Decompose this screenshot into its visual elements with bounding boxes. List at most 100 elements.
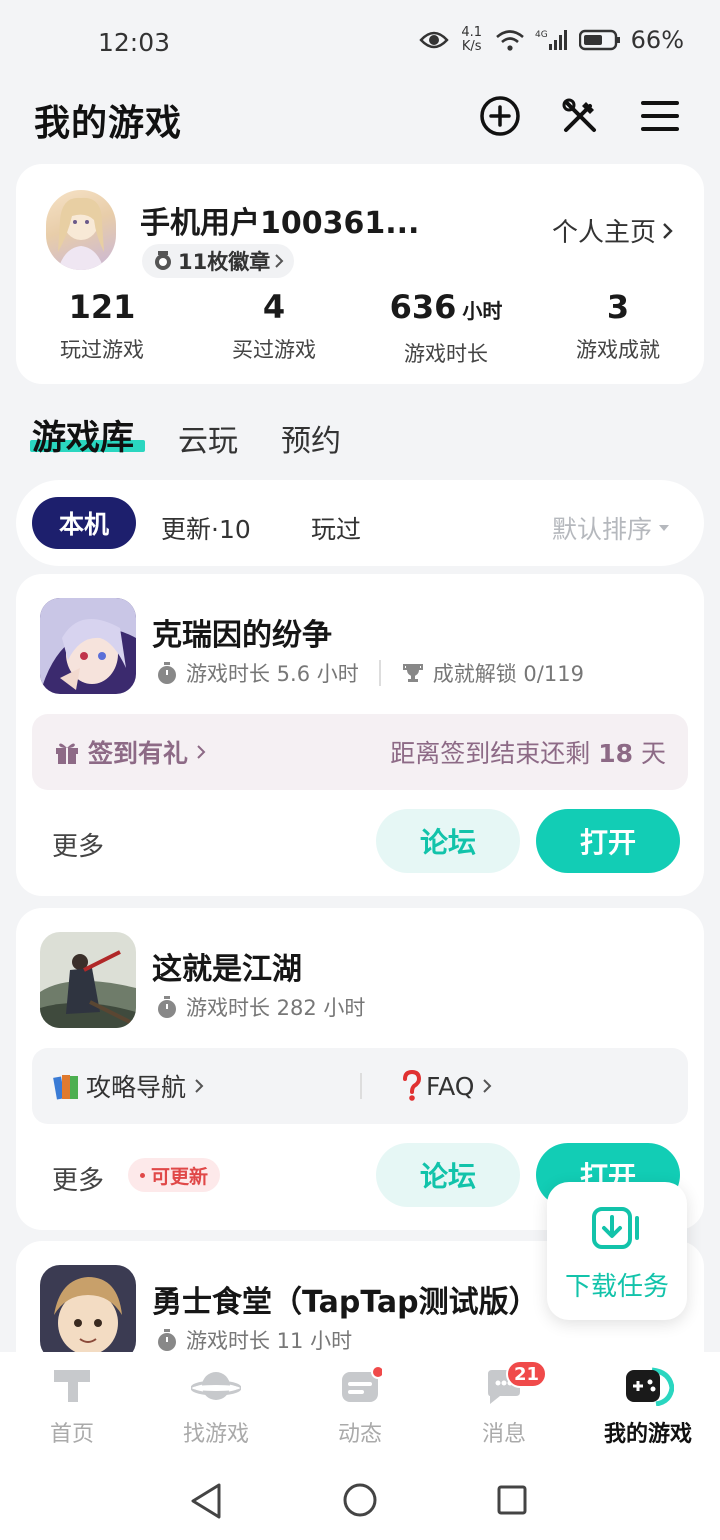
feed-icon <box>342 1365 385 1402</box>
stat-label: 游戏成就 <box>576 338 660 362</box>
gift-icon <box>56 743 78 764</box>
nav-label: 动态 <box>337 1422 382 1447</box>
avatar[interactable] <box>46 190 116 270</box>
download-icon <box>592 1207 639 1249</box>
tab-cloud[interactable]: 云玩 <box>178 416 238 460</box>
tab-library[interactable]: 游戏库 <box>32 410 134 459</box>
stat-bought[interactable]: 4 买过游戏 <box>188 286 360 364</box>
chevron-right-icon <box>275 254 284 268</box>
status-icons: 4.1 K/s 4G 66% <box>419 26 684 54</box>
eye-icon <box>419 31 449 49</box>
stat-value: 3 <box>606 288 630 326</box>
stat-achievements[interactable]: 3 游戏成就 <box>532 286 704 364</box>
homepage-label: 个人主页 <box>551 218 656 248</box>
battery-level: 66% <box>630 26 684 54</box>
game-icon[interactable] <box>40 932 136 1028</box>
recents-icon[interactable] <box>496 1484 528 1516</box>
nav-label: 消息 <box>481 1422 526 1447</box>
system-nav-bar <box>0 1462 720 1540</box>
back-icon[interactable] <box>189 1482 223 1520</box>
signin-banner[interactable]: 签到有礼 距离签到结束还剩 18 天 <box>32 714 688 790</box>
svg-text:4G: 4G <box>535 30 548 40</box>
stat-value: 636 小时 <box>389 288 503 326</box>
game-title[interactable]: 这就是江湖 <box>152 944 302 988</box>
wifi-icon <box>495 30 524 51</box>
game-icon[interactable] <box>40 598 136 694</box>
home-circle-icon[interactable] <box>342 1482 378 1518</box>
update-badge[interactable]: 可更新 <box>128 1158 221 1192</box>
forum-button[interactable]: 论坛 <box>376 1143 520 1207</box>
stat-label: 游戏时长 <box>404 342 488 366</box>
homepage-link[interactable]: 个人主页 <box>552 212 674 249</box>
sort-label: 默认排序 <box>551 515 652 544</box>
nav-label: 首页 <box>49 1422 94 1447</box>
nav-messages[interactable]: 消息 21 <box>432 1360 576 1448</box>
faq-link[interactable]: FAQ <box>362 1048 492 1124</box>
plus-circle-icon <box>480 96 520 136</box>
forum-button[interactable]: 论坛 <box>376 809 520 873</box>
gamepad-icon <box>626 1367 675 1407</box>
message-count-badge: 21 <box>506 1360 548 1388</box>
playtime: 游戏时长 11 小时 <box>186 1329 353 1353</box>
badge-count[interactable]: 11枚徽章 <box>142 244 295 278</box>
filter-local[interactable]: 本机 <box>32 497 136 549</box>
chevron-right-icon <box>483 1079 492 1093</box>
open-button[interactable]: 打开 <box>536 809 680 873</box>
username[interactable]: 手机用户100361... <box>140 198 419 242</box>
timer-icon <box>158 996 176 1018</box>
question-icon <box>403 1070 422 1101</box>
more-button[interactable]: 更多 <box>52 826 104 863</box>
more-button[interactable]: 更多 <box>52 1160 104 1197</box>
nav-discover[interactable]: 找游戏 <box>144 1366 288 1448</box>
signin-label: 签到有礼 <box>88 739 189 768</box>
download-tasks-button[interactable]: 下载任务 <box>547 1182 687 1320</box>
net-speed: 4.1 K/s <box>461 25 482 54</box>
nav-feed[interactable]: 动态 <box>288 1365 432 1448</box>
signin-countdown: 距离签到结束还剩 18 天 <box>390 739 666 768</box>
page-title: 我的游戏 <box>34 103 183 144</box>
nav-my-games[interactable]: 我的游戏 <box>576 1366 720 1448</box>
game-meta: 游戏时长 11 小时 <box>156 1325 352 1355</box>
menu-icon <box>641 101 679 131</box>
home-icon <box>54 1370 90 1402</box>
guide-link[interactable]: 攻略导航 <box>32 1048 360 1124</box>
filter-update[interactable]: 更新·10 <box>161 510 251 546</box>
achievement-progress: 成就解锁 0/119 <box>432 662 584 686</box>
planet-icon <box>190 1372 242 1400</box>
stat-value: 4 <box>262 288 286 326</box>
tools-button[interactable] <box>558 94 602 138</box>
timer-icon <box>158 662 176 684</box>
stat-label: 买过游戏 <box>232 338 316 362</box>
nav-home[interactable]: 首页 <box>0 1366 144 1448</box>
nav-label: 我的游戏 <box>603 1422 692 1447</box>
add-game-button[interactable] <box>478 94 522 138</box>
battery-icon <box>578 29 620 51</box>
faq-label: FAQ <box>426 1071 475 1101</box>
links-bar: 攻略导航 FAQ <box>32 1048 688 1124</box>
filter-played[interactable]: 玩过 <box>311 510 361 546</box>
download-label: 下载任务 <box>564 1272 669 1302</box>
sort-dropdown[interactable]: 默认排序 <box>552 510 670 546</box>
game-icon[interactable] <box>40 1265 136 1361</box>
stat-played[interactable]: 121 玩过游戏 <box>16 286 188 364</box>
medal-icon <box>155 251 171 270</box>
game-title[interactable]: 勇士食堂（TapTap测试版） <box>152 1277 539 1321</box>
caret-down-icon <box>659 525 669 531</box>
books-icon <box>53 1075 78 1100</box>
badge-label: 11枚徽章 <box>178 250 271 274</box>
profile-card: 手机用户100361... 11枚徽章 个人主页 121 玩过游戏 4 买过游戏… <box>16 164 704 384</box>
game-title[interactable]: 克瑞因的纷争 <box>152 610 332 654</box>
stat-playtime[interactable]: 636 小时 游戏时长 <box>360 286 532 368</box>
filter-bar: 本机 更新·10 玩过 默认排序 <box>16 480 704 566</box>
guide-label: 攻略导航 <box>86 1073 187 1102</box>
status-time: 12:03 <box>98 28 171 57</box>
tools-icon <box>562 98 596 132</box>
game-meta: 游戏时长 282 小时 <box>156 992 365 1022</box>
menu-button[interactable] <box>638 94 682 138</box>
game-card[interactable]: 克瑞因的纷争 游戏时长 5.6 小时 成就解锁 0/119 签到有礼 距离签到结… <box>16 574 704 896</box>
chevron-right-icon <box>197 745 206 759</box>
status-bar: 12:03 4.1 K/s 4G 66% <box>0 0 720 80</box>
signal-icon: 4G <box>535 30 567 50</box>
tab-reserve[interactable]: 预约 <box>281 416 341 460</box>
game-meta: 游戏时长 5.6 小时 成就解锁 0/119 <box>156 658 584 688</box>
